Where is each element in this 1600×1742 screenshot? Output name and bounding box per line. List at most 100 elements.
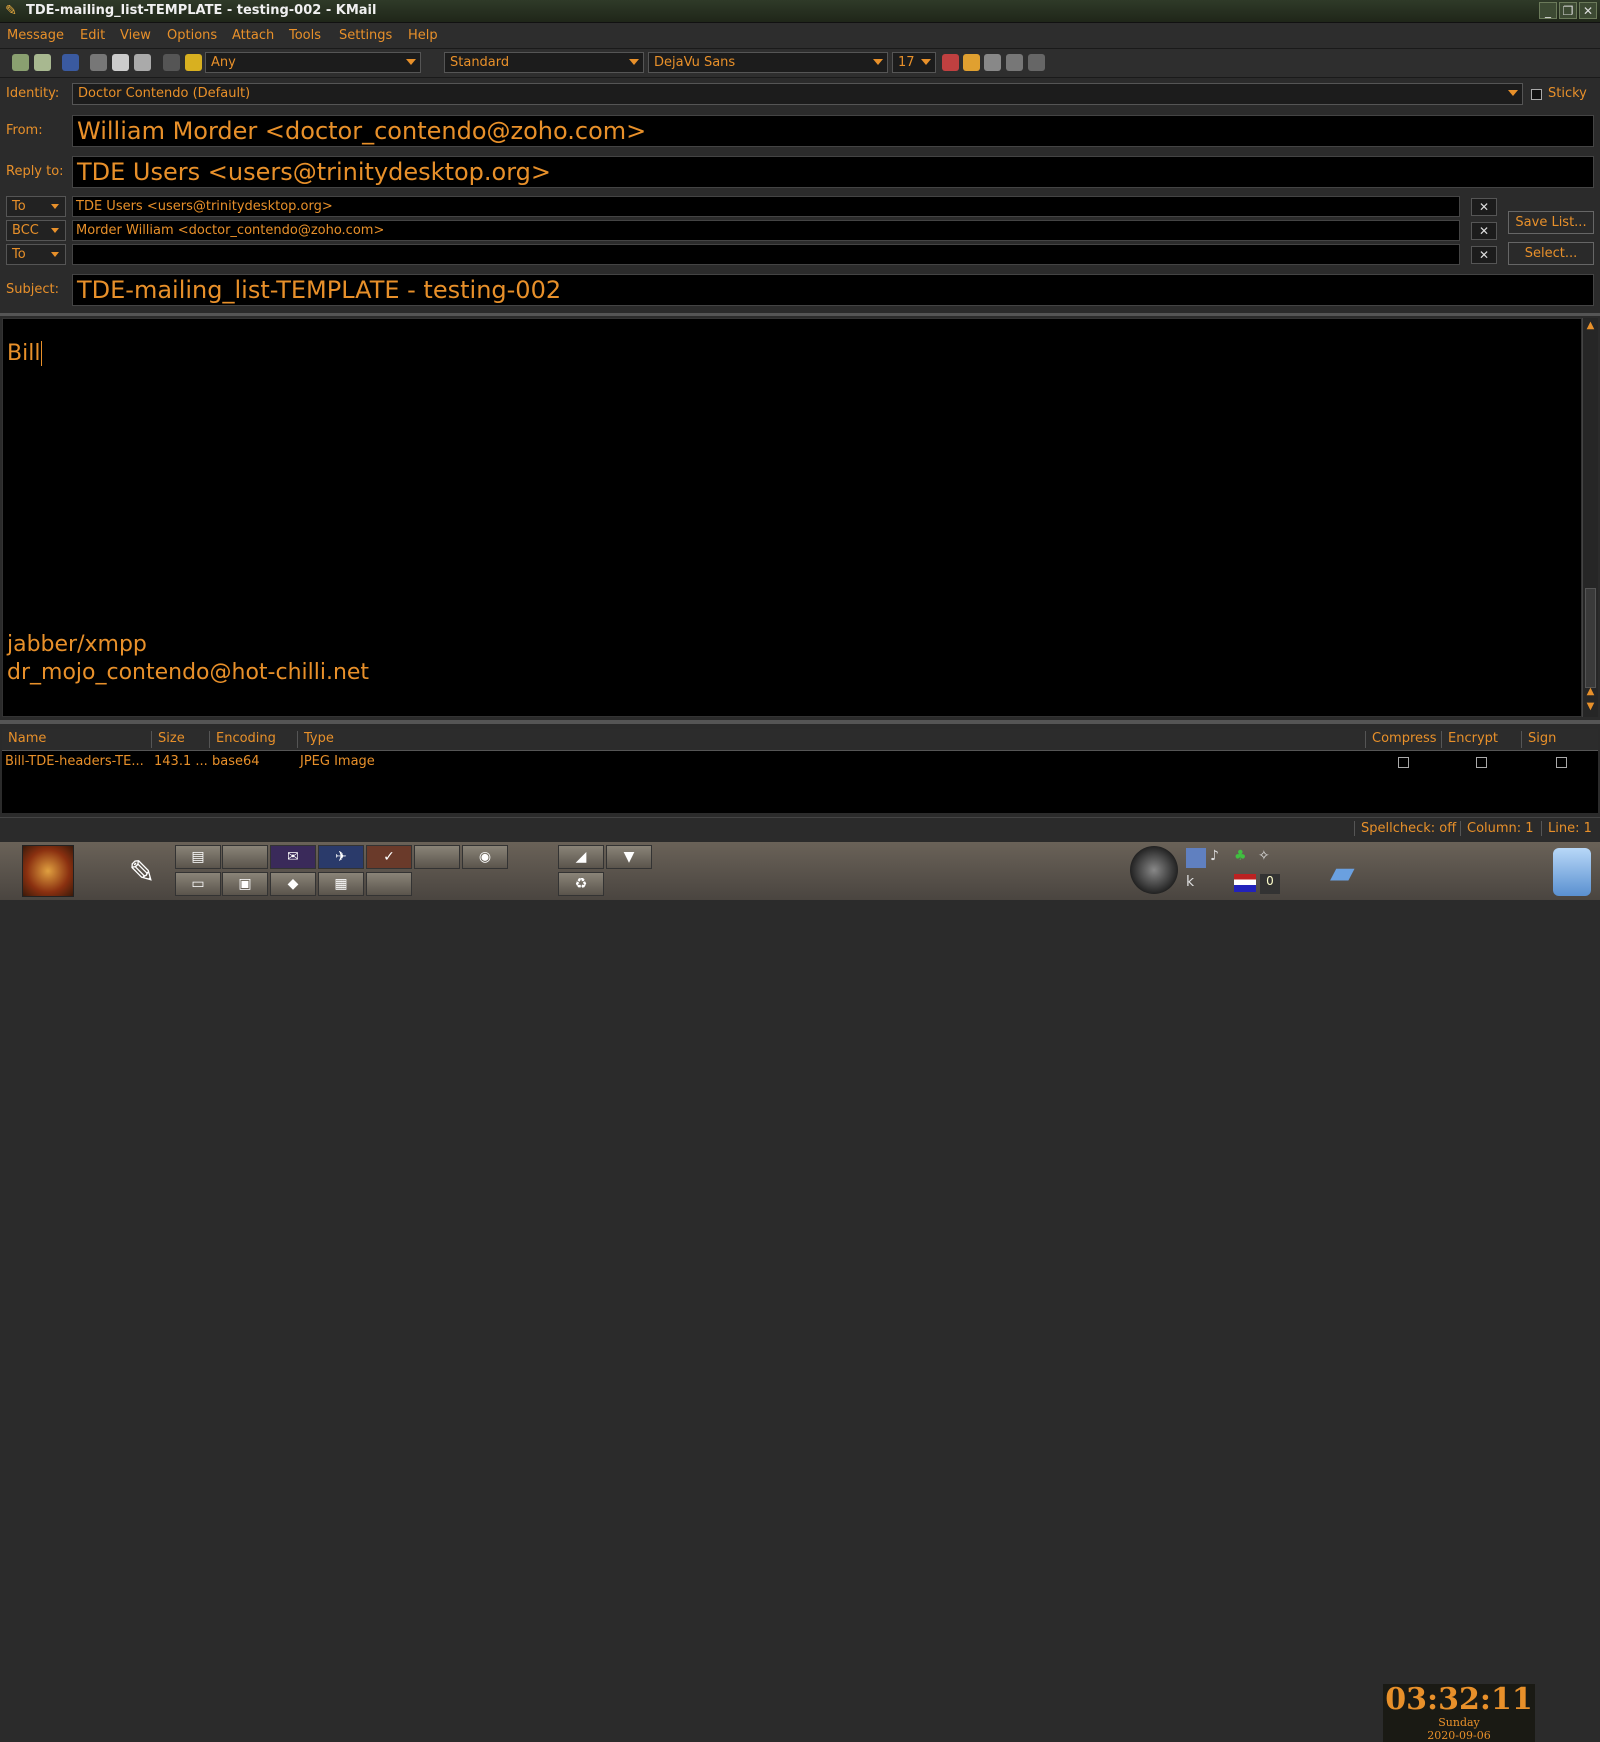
body-line: jabber/xmpp	[7, 632, 147, 657]
column-header-encrypt[interactable]: Encrypt	[1442, 731, 1522, 748]
copy-icon[interactable]	[112, 54, 129, 71]
highlight-icon[interactable]	[963, 54, 980, 71]
menu-options[interactable]: Options	[167, 28, 217, 43]
column-header-type[interactable]: Type	[298, 731, 1366, 748]
encrypt-checkbox[interactable]	[1476, 757, 1487, 768]
send-icon[interactable]	[12, 54, 29, 71]
system-monitor-icon[interactable]	[1130, 846, 1178, 894]
minimize-icon[interactable]: _	[1539, 2, 1557, 19]
body-attachment-splitter[interactable]	[0, 720, 1600, 724]
menu-help[interactable]: Help	[408, 28, 438, 43]
scrollbar-thumb[interactable]	[1585, 588, 1596, 688]
clock[interactable]: 03:32:11 Sunday 2020-09-06	[1383, 1684, 1535, 1742]
scroll-up-icon[interactable]: ▲	[1585, 320, 1596, 332]
folder-icon[interactable]: ▰	[1330, 850, 1374, 894]
tray-icon[interactable]: 0	[1260, 874, 1280, 894]
menu-settings[interactable]: Settings	[339, 28, 392, 43]
tray-icon[interactable]: k	[1186, 874, 1206, 894]
scroll-down-icon[interactable]: ▼	[1585, 701, 1596, 713]
taskbar-button[interactable]: ♻	[558, 872, 604, 896]
save-list-button[interactable]: Save List...	[1508, 211, 1594, 234]
header-body-splitter[interactable]	[0, 313, 1600, 316]
taskbar-button[interactable]: ▭	[175, 872, 221, 896]
attachment-name[interactable]: Bill-TDE-headers-TE...	[5, 754, 144, 769]
sticky-label: Sticky	[1548, 86, 1587, 101]
taskbar-button[interactable]: ▤	[175, 845, 221, 869]
align-left-icon[interactable]	[984, 54, 1001, 71]
kwrite-icon[interactable]: ✎	[120, 850, 164, 894]
text-color-icon[interactable]	[942, 54, 959, 71]
tray-icon[interactable]: ♣	[1234, 848, 1254, 868]
trash-icon[interactable]	[1553, 848, 1591, 896]
recipient-field[interactable]: Morder William <doctor_contendo@zoho.com…	[72, 220, 1460, 241]
column-header-encoding[interactable]: Encoding	[210, 731, 298, 748]
kmail-taskbar-button[interactable]: ✉	[270, 845, 316, 869]
kmail-app-icon[interactable]: ✎	[3, 3, 19, 19]
identity-combo[interactable]: Doctor Contendo (Default)	[72, 83, 1523, 105]
align-center-icon[interactable]	[1006, 54, 1023, 71]
clear-recipient-icon[interactable]: ✕	[1471, 246, 1497, 264]
recipient-type-select[interactable]: To	[6, 244, 66, 265]
queue-icon[interactable]	[34, 54, 51, 71]
volume-icon[interactable]: ♪	[1210, 848, 1230, 868]
tde-menu-icon[interactable]	[22, 845, 74, 897]
sticky-checkbox[interactable]	[1531, 89, 1542, 100]
taskbar-button[interactable]: ▦	[318, 872, 364, 896]
menu-bar: Message Edit View Options Attach Tools S…	[0, 23, 1600, 49]
recipient-type-select[interactable]: To	[6, 196, 66, 217]
encryption-combo[interactable]: Any	[205, 52, 421, 73]
taskbar-button[interactable]	[222, 845, 268, 869]
tray-icon[interactable]	[1186, 848, 1206, 868]
replyto-field[interactable]: TDE Users <users@trinitydesktop.org>	[72, 156, 1594, 188]
menu-attach[interactable]: Attach	[232, 28, 274, 43]
compress-checkbox[interactable]	[1398, 757, 1409, 768]
from-label: From:	[6, 123, 43, 138]
clock-time: 03:32:11	[1385, 1682, 1533, 1717]
clear-recipient-icon[interactable]: ✕	[1471, 198, 1497, 216]
replyto-label: Reply to:	[6, 164, 64, 179]
taskbar-button[interactable]: ◢	[558, 845, 604, 869]
select-button[interactable]: Select...	[1508, 242, 1594, 265]
sign-icon[interactable]	[163, 54, 180, 71]
message-body-editor[interactable]: Bill jabber/xmpp dr_mojo_contendo@hot-ch…	[2, 318, 1582, 717]
cut-icon[interactable]	[90, 54, 107, 71]
body-scrollbar[interactable]: ▲ ▲ ▼	[1582, 318, 1598, 717]
keyboard-layout-icon[interactable]	[1234, 874, 1256, 892]
menu-view[interactable]: View	[120, 28, 151, 43]
sign-checkbox[interactable]	[1556, 757, 1567, 768]
paragraph-style-combo[interactable]: Standard	[444, 52, 644, 73]
tray-icon[interactable]: ✧	[1258, 848, 1278, 868]
column-header-size[interactable]: Size	[152, 731, 210, 748]
menu-tools[interactable]: Tools	[289, 28, 321, 43]
from-field[interactable]: William Morder <doctor_contendo@zoho.com…	[72, 115, 1594, 147]
spellcheck-status: Spellcheck: off	[1354, 821, 1456, 836]
maximize-icon[interactable]: ❐	[1559, 2, 1577, 19]
menu-message[interactable]: Message	[7, 28, 64, 43]
taskbar-button[interactable]	[366, 872, 412, 896]
column-status: Column: 1	[1460, 821, 1534, 836]
save-draft-icon[interactable]	[62, 54, 79, 71]
paste-icon[interactable]	[134, 54, 151, 71]
align-right-icon[interactable]	[1028, 54, 1045, 71]
taskbar-button[interactable]: ✓	[366, 845, 412, 869]
font-size-combo[interactable]: 17	[892, 52, 936, 73]
lock-icon[interactable]	[185, 54, 202, 71]
taskbar-button[interactable]: ▼	[606, 845, 652, 869]
recipient-field[interactable]	[72, 244, 1460, 265]
menu-edit[interactable]: Edit	[80, 28, 105, 43]
taskbar-button[interactable]: ◆	[270, 872, 316, 896]
taskbar-button[interactable]: ◉	[462, 845, 508, 869]
scroll-up-icon[interactable]: ▲	[1585, 686, 1596, 698]
taskbar-button[interactable]: ✈	[318, 845, 364, 869]
font-combo[interactable]: DejaVu Sans	[648, 52, 888, 73]
close-icon[interactable]: ✕	[1579, 2, 1597, 19]
subject-field[interactable]: TDE-mailing_list-TEMPLATE - testing-002	[72, 274, 1594, 306]
column-header-compress[interactable]: Compress	[1366, 731, 1442, 748]
taskbar-button[interactable]: ▣	[222, 872, 268, 896]
recipient-type-select[interactable]: BCC	[6, 220, 66, 241]
clear-recipient-icon[interactable]: ✕	[1471, 222, 1497, 240]
column-header-name[interactable]: Name	[2, 731, 152, 748]
taskbar-button[interactable]	[414, 845, 460, 869]
recipient-field[interactable]: TDE Users <users@trinitydesktop.org>	[72, 196, 1460, 217]
column-header-sign[interactable]: Sign	[1522, 731, 1598, 748]
